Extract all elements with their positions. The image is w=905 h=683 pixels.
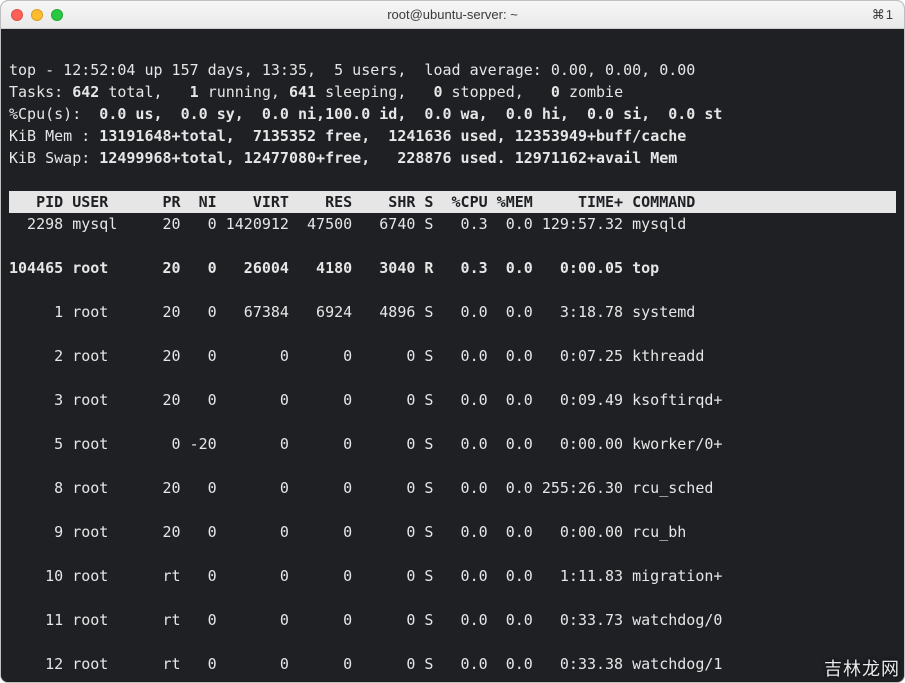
process-row: 3 root 20 0 0 0 0 S 0.0 0.0 0:09.49 ksof…: [9, 389, 896, 411]
process-row: 2 root 20 0 0 0 0 S 0.0 0.0 0:07.25 kthr…: [9, 345, 896, 367]
window-shortcut: ⌘1: [872, 7, 894, 23]
terminal-window: root@ubuntu-server: ~ ⌘1 top - 12:52:04 …: [0, 0, 905, 683]
titlebar[interactable]: root@ubuntu-server: ~ ⌘1: [1, 1, 904, 29]
process-row: 5 root 0 -20 0 0 0 S 0.0 0.0 0:00.00 kwo…: [9, 433, 896, 455]
process-row: 1 root 20 0 67384 6924 4896 S 0.0 0.0 3:…: [9, 301, 896, 323]
zoom-icon[interactable]: [51, 9, 63, 21]
process-table-header: PID USER PR NI VIRT RES SHR S %CPU %MEM …: [9, 191, 896, 213]
terminal-body[interactable]: top - 12:52:04 up 157 days, 13:35, 5 use…: [1, 29, 904, 682]
process-row: 9 root 20 0 0 0 0 S 0.0 0.0 0:00.00 rcu_…: [9, 521, 896, 543]
process-row: 10 root rt 0 0 0 0 S 0.0 0.0 1:11.83 mig…: [9, 565, 896, 587]
minimize-icon[interactable]: [31, 9, 43, 21]
close-icon[interactable]: [11, 9, 23, 21]
summary-line-uptime: top - 12:52:04 up 157 days, 13:35, 5 use…: [9, 61, 695, 79]
summary-line-swap: KiB Swap: 12499968+total, 12477080+free,…: [9, 149, 677, 167]
summary-line-mem: KiB Mem : 13191648+total, 7135352 free, …: [9, 127, 686, 145]
process-row: 2298 mysql 20 0 1420912 47500 6740 S 0.3…: [9, 213, 896, 235]
traffic-lights: [11, 9, 63, 21]
summary-line-tasks: Tasks: 642 total, 1 running, 641 sleepin…: [9, 83, 623, 101]
summary-line-cpu: %Cpu(s): 0.0 us, 0.0 sy, 0.0 ni,100.0 id…: [9, 105, 722, 123]
window-title: root@ubuntu-server: ~: [1, 7, 904, 22]
process-row: 12 root rt 0 0 0 0 S 0.0 0.0 0:33.38 wat…: [9, 653, 896, 675]
process-row: 8 root 20 0 0 0 0 S 0.0 0.0 255:26.30 rc…: [9, 477, 896, 499]
process-table-body: 2298 mysql 20 0 1420912 47500 6740 S 0.3…: [9, 213, 896, 682]
process-row: 104465 root 20 0 26004 4180 3040 R 0.3 0…: [9, 257, 896, 279]
process-row: 11 root rt 0 0 0 0 S 0.0 0.0 0:33.73 wat…: [9, 609, 896, 631]
